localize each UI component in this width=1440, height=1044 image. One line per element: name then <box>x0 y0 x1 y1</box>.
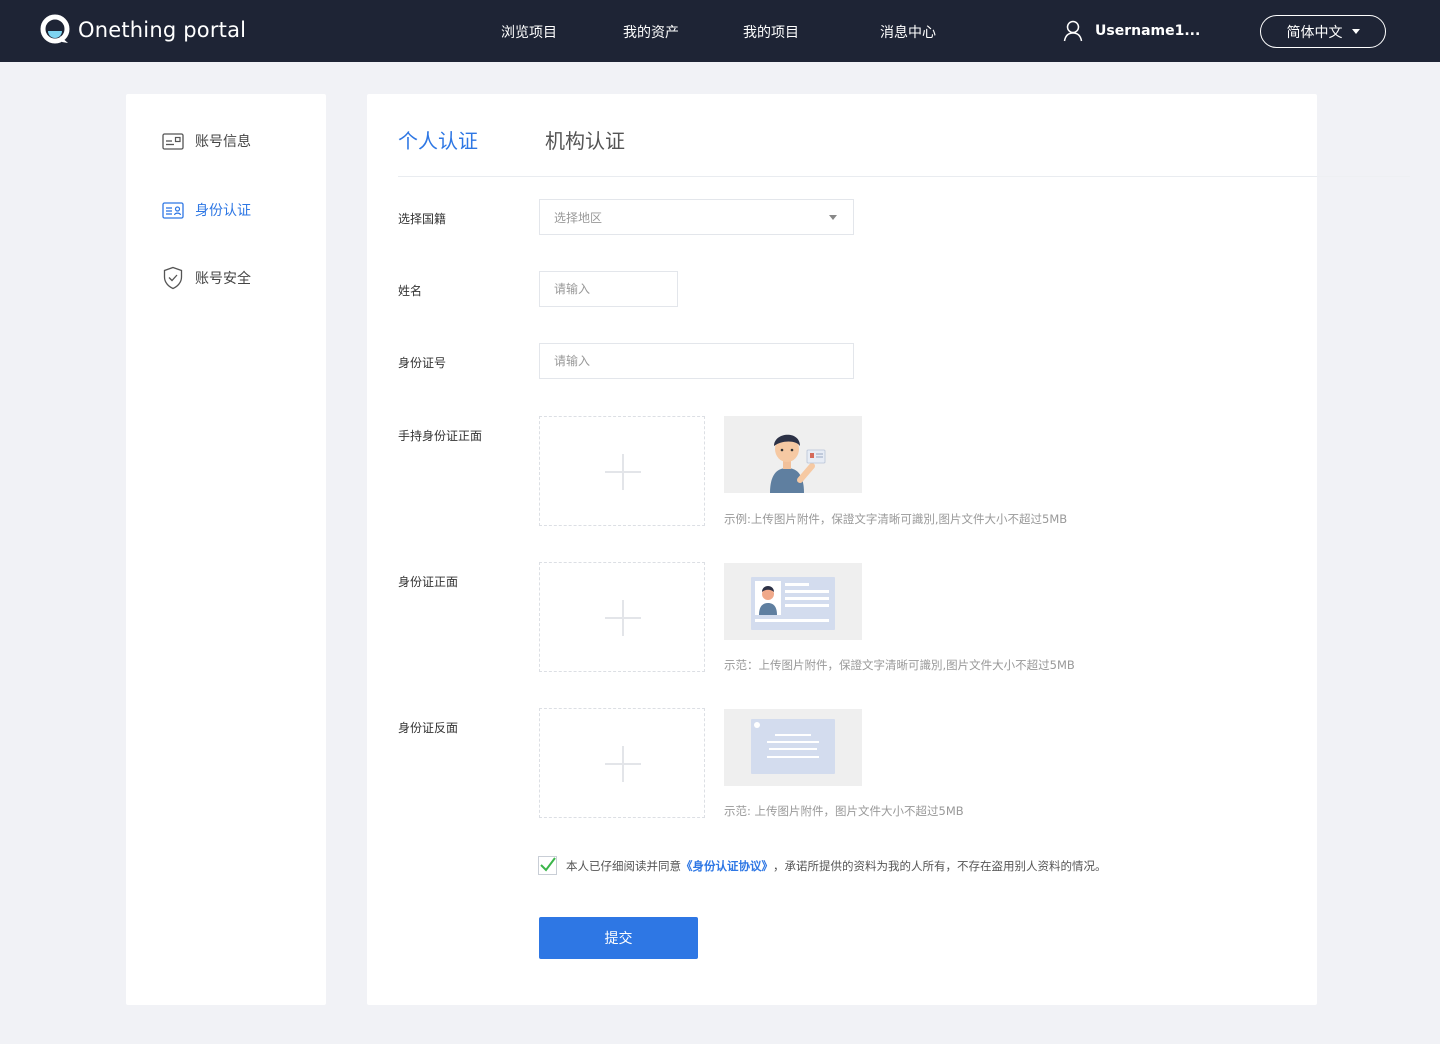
nav-browse-projects[interactable]: 浏览项目 <box>501 22 557 42</box>
shield-icon <box>163 266 183 290</box>
sidebar-item-identity-verification[interactable]: 身份认证 <box>162 200 251 220</box>
id-front-hint: 示范：上传图片附件，保證文字清晰可識別,图片文件大小不超过5MB <box>724 658 1075 672</box>
id-back-upload[interactable] <box>539 708 705 818</box>
nav-my-projects[interactable]: 我的项目 <box>743 22 799 42</box>
id-front-sample-image <box>724 563 862 640</box>
agreement-row: 本人已仔细阅读并同意 《身份认证协议》 ，承诺所提供的资料为我的人所有，不存在盗… <box>538 856 1107 875</box>
handheld-id-hint: 示例:上传图片附件，保證文字清晰可識別,图片文件大小不超过5MB <box>724 512 1068 526</box>
tab-personal-verification[interactable]: 个人认证 <box>398 125 478 154</box>
caret-down-icon <box>1351 29 1360 34</box>
agreement-text-prefix: 本人已仔细阅读并同意 <box>566 858 681 873</box>
sidebar-item-label: 身份认证 <box>195 203 251 219</box>
logo-text: Onething portal <box>78 18 247 42</box>
identity-card-icon <box>162 201 184 219</box>
username: Username1... <box>1095 23 1201 39</box>
sidebar: 账号信息 身份认证 账号安全 <box>126 94 326 1005</box>
tab-divider <box>398 176 1317 177</box>
name-label: 姓名 <box>398 284 423 298</box>
id-front-label: 身份证正面 <box>398 575 459 589</box>
region-select-placeholder: 选择地区 <box>554 210 603 225</box>
region-select[interactable]: 选择地区 <box>539 199 854 235</box>
sidebar-item-account-info[interactable]: 账号信息 <box>162 131 251 151</box>
nav-message-center[interactable]: 消息中心 <box>880 22 936 42</box>
nav-my-assets[interactable]: 我的资产 <box>623 22 679 42</box>
user-icon <box>1063 20 1083 42</box>
sidebar-item-label: 账号安全 <box>195 271 251 287</box>
id-number-label: 身份证号 <box>398 356 447 370</box>
handheld-id-sample-image <box>724 416 862 493</box>
divider <box>1317 176 1410 177</box>
handheld-id-upload[interactable] <box>539 416 705 526</box>
id-card-icon <box>162 132 184 150</box>
id-back-sample-image <box>724 709 862 786</box>
tab-organization-verification[interactable]: 机构认证 <box>545 125 625 154</box>
id-number-input[interactable] <box>539 343 854 379</box>
agreement-link[interactable]: 《身份认证协议》 <box>681 858 773 874</box>
id-back-label: 身份证反面 <box>398 721 459 735</box>
language-selector[interactable]: 简体中文 <box>1260 15 1386 48</box>
sidebar-item-label: 账号信息 <box>195 134 251 150</box>
language-label: 简体中文 <box>1286 24 1343 41</box>
handheld-id-label: 手持身份证正面 <box>398 429 483 443</box>
logo-icon <box>40 14 72 46</box>
agreement-checkbox[interactable] <box>538 856 557 875</box>
submit-button[interactable]: 提交 <box>539 917 698 959</box>
id-back-hint: 示范: 上传图片附件，图片文件大小不超过5MB <box>724 804 964 818</box>
user-menu[interactable]: Username1... <box>1063 20 1200 42</box>
id-front-upload[interactable] <box>539 562 705 672</box>
sidebar-item-account-security[interactable]: 账号安全 <box>162 266 251 290</box>
caret-down-icon <box>829 215 837 220</box>
logo[interactable]: Onething portal <box>40 14 246 46</box>
verification-panel: 个人认证 机构认证 选择国籍 选择地区 姓名 身份证号 手持身份证正面 示例: <box>367 94 1317 1005</box>
nationality-label: 选择国籍 <box>398 212 447 226</box>
agreement-text-suffix: ，承诺所提供的资料为我的人所有，不存在盗用别人资料的情况。 <box>773 858 1107 873</box>
check-icon <box>540 857 556 872</box>
name-input[interactable] <box>539 271 678 307</box>
top-navigation-bar: Onething portal 浏览项目 我的资产 我的项目 消息中心 User… <box>0 0 1440 62</box>
